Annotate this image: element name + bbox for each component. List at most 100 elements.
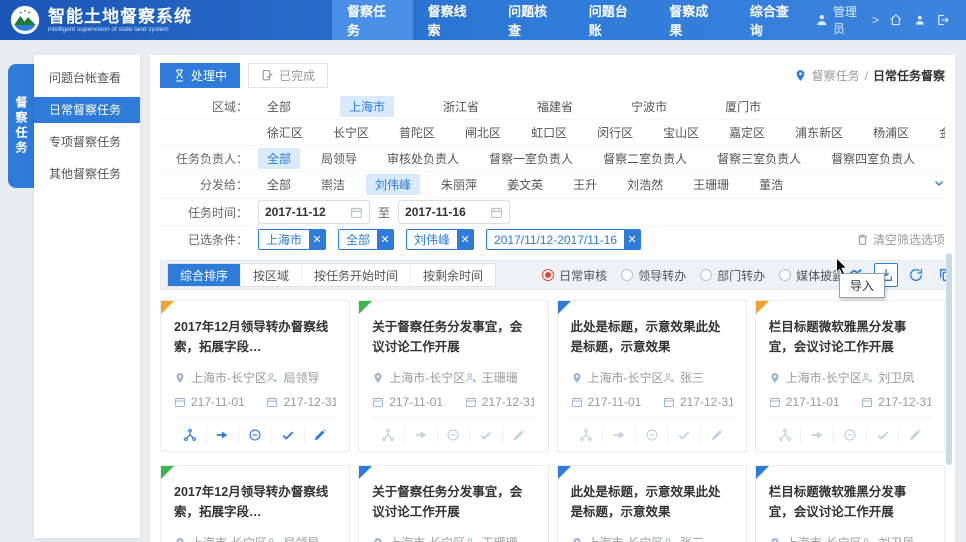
filter-option[interactable]: 王升 <box>564 174 606 195</box>
remove-tag-icon[interactable]: ✕ <box>624 229 640 250</box>
filter-option[interactable]: 姜文英 <box>498 174 552 195</box>
nav-item[interactable]: 督察线索 <box>413 0 494 40</box>
sidebar-item[interactable]: 其他督察任务 <box>34 161 140 187</box>
refresh-icon[interactable] <box>904 263 928 287</box>
filter-option[interactable]: 全部 <box>258 96 300 117</box>
filter-option[interactable]: 嘉定区 <box>720 122 774 143</box>
breadcrumb-root[interactable]: 督察任务 <box>812 67 860 84</box>
home-icon[interactable] <box>889 13 903 27</box>
scrollbar[interactable] <box>946 253 952 465</box>
filter-option[interactable]: 董浩 <box>750 174 792 195</box>
task-card[interactable]: 此处是标题，示意效果此处是标题，示意效果 上海市-长宁区 张三 217-11-0… <box>557 300 747 452</box>
distribute-icon[interactable] <box>571 426 603 444</box>
approve-icon[interactable] <box>469 426 502 444</box>
task-card[interactable]: 此处是标题，示意效果此处是标题，示意效果 上海市-长宁区 张三 217-11-0… <box>557 465 747 542</box>
remove-icon[interactable] <box>437 426 470 444</box>
filter-option[interactable]: 厦门市 <box>716 96 770 117</box>
forward-icon[interactable] <box>602 426 635 444</box>
filter-option[interactable]: 督察一室负责人 <box>480 148 582 169</box>
radio-option[interactable]: 日常审核 <box>542 267 607 284</box>
forward-icon[interactable] <box>800 426 833 444</box>
card-title: 栏目标题微软雅黑分发事宜，会议讨论工作开展 <box>769 482 931 522</box>
forward-icon[interactable] <box>404 426 437 444</box>
filter-option[interactable]: 朱丽萍 <box>432 174 486 195</box>
remove-icon[interactable] <box>238 426 271 444</box>
filter-label: 任务时间： <box>160 204 248 221</box>
filter-option[interactable]: 督察五室负责人 <box>936 148 945 169</box>
filter-option[interactable]: 督察四室负责人 <box>822 148 924 169</box>
task-card[interactable]: 关于督察任务分发事宜，会议讨论工作开展 上海市-长宁区 王珊珊 217-11-0… <box>358 465 548 542</box>
filter-option[interactable]: 闵行区 <box>588 122 642 143</box>
filter-option[interactable]: 宁波市 <box>622 96 676 117</box>
filter-option[interactable]: 督察二室负责人 <box>594 148 696 169</box>
approve-icon[interactable] <box>271 426 304 444</box>
edit-icon[interactable] <box>502 426 535 444</box>
edit-icon[interactable] <box>304 426 337 444</box>
forward-icon[interactable] <box>206 426 239 444</box>
remove-tag-icon[interactable]: ✕ <box>309 229 325 250</box>
tab-completed[interactable]: 已完成 <box>248 63 328 88</box>
date-from-input[interactable]: 2017-11-12 <box>258 200 370 224</box>
filter-option[interactable]: 闸北区 <box>456 122 510 143</box>
filter-option[interactable]: 刘伟峰 <box>366 174 420 195</box>
sidebar-item[interactable]: 日常督察任务 <box>34 97 140 123</box>
task-card[interactable]: 关于督察任务分发事宜，会议讨论工作开展 上海市-长宁区 王珊珊 217-11-0… <box>358 300 548 452</box>
clear-filters-button[interactable]: 清空筛选选项 <box>856 231 945 248</box>
approve-icon[interactable] <box>667 426 700 444</box>
filter-option[interactable]: 审核处负责人 <box>378 148 468 169</box>
radio-option[interactable]: 领导转办 <box>621 267 686 284</box>
sidebar-item[interactable]: 专项督察任务 <box>34 129 140 155</box>
filter-option[interactable]: 局领导 <box>312 148 366 169</box>
approve-icon[interactable] <box>866 426 899 444</box>
filter-option[interactable]: 王珊珊 <box>684 174 738 195</box>
sidebar-group-tab[interactable]: 督察任务 <box>8 64 35 188</box>
task-card[interactable]: 栏目标题微软雅黑分发事宜，会议讨论工作开展 上海市-长宁区 刘卫凤 217-11… <box>755 300 945 452</box>
filter-option[interactable]: 上海市 <box>340 96 394 117</box>
nav-item[interactable]: 督察任务 <box>332 0 413 40</box>
filter-option[interactable]: 徐汇区 <box>258 122 312 143</box>
distribute-icon[interactable] <box>769 426 801 444</box>
filter-option[interactable]: 全部 <box>258 174 300 195</box>
chevron-down-icon[interactable] <box>933 177 945 192</box>
filter-option[interactable]: 金山区 <box>930 122 945 143</box>
filter-option[interactable]: 长宁区 <box>324 122 378 143</box>
radio-option[interactable]: 部门转办 <box>700 267 765 284</box>
task-card[interactable]: 2017年12月领导转办督察线索，拓展字段… 上海市-长宁区 局领导 217-1… <box>160 300 350 452</box>
sort-tab[interactable]: 综合排序 <box>168 264 241 286</box>
filter-option[interactable]: 宝山区 <box>654 122 708 143</box>
distribute-icon[interactable] <box>372 426 404 444</box>
sort-tab[interactable]: 按区域 <box>241 264 302 286</box>
filter-option[interactable]: 崇洁 <box>312 174 354 195</box>
filter-option[interactable]: 刘浩然 <box>618 174 672 195</box>
edit-icon[interactable] <box>898 426 931 444</box>
remove-icon[interactable] <box>833 426 866 444</box>
sort-tab[interactable]: 按任务开始时间 <box>302 264 411 286</box>
remove-tag-icon[interactable]: ✕ <box>457 229 473 250</box>
edit-icon[interactable] <box>700 426 733 444</box>
tab-processing[interactable]: 处理中 <box>160 63 240 88</box>
nav-item[interactable]: 问题台账 <box>574 0 655 40</box>
nav-item[interactable]: 督察成果 <box>654 0 735 40</box>
task-card[interactable]: 2017年12月领导转办督察线索，拓展字段… 上海市-长宁区 局领导 217-1… <box>160 465 350 542</box>
filter-option[interactable]: 督察三室负责人 <box>708 148 810 169</box>
filter-option[interactable]: 浦东新区 <box>786 122 852 143</box>
remove-icon[interactable] <box>635 426 668 444</box>
profile-icon[interactable] <box>913 13 927 27</box>
filter-option[interactable]: 浙江省 <box>434 96 488 117</box>
date-to-input[interactable]: 2017-11-16 <box>398 200 510 224</box>
filter-option[interactable]: 福建省 <box>528 96 582 117</box>
remove-tag-icon[interactable]: ✕ <box>377 229 393 250</box>
filter-option[interactable]: 全部 <box>258 148 300 169</box>
logout-icon[interactable] <box>936 13 950 27</box>
user-menu[interactable]: 管理员> <box>815 3 879 37</box>
nav-item[interactable]: 问题核查 <box>493 0 574 40</box>
task-card[interactable]: 栏目标题微软雅黑分发事宜，会议讨论工作开展 上海市-长宁区 刘卫凤 217-11… <box>755 465 945 542</box>
filter-panel: 区域： 全部上海市浙江省福建省宁波市厦门市 徐汇区长宁区普陀区闸北区虹口区闵行区… <box>150 94 955 252</box>
nav-item[interactable]: 综合查询 <box>735 0 816 40</box>
filter-option[interactable]: 虹口区 <box>522 122 576 143</box>
sort-tab[interactable]: 按剩余时间 <box>411 264 495 286</box>
filter-option[interactable]: 普陀区 <box>390 122 444 143</box>
sidebar-item[interactable]: 问题台帐查看 <box>34 65 140 91</box>
distribute-icon[interactable] <box>174 426 206 444</box>
filter-option[interactable]: 杨浦区 <box>864 122 918 143</box>
